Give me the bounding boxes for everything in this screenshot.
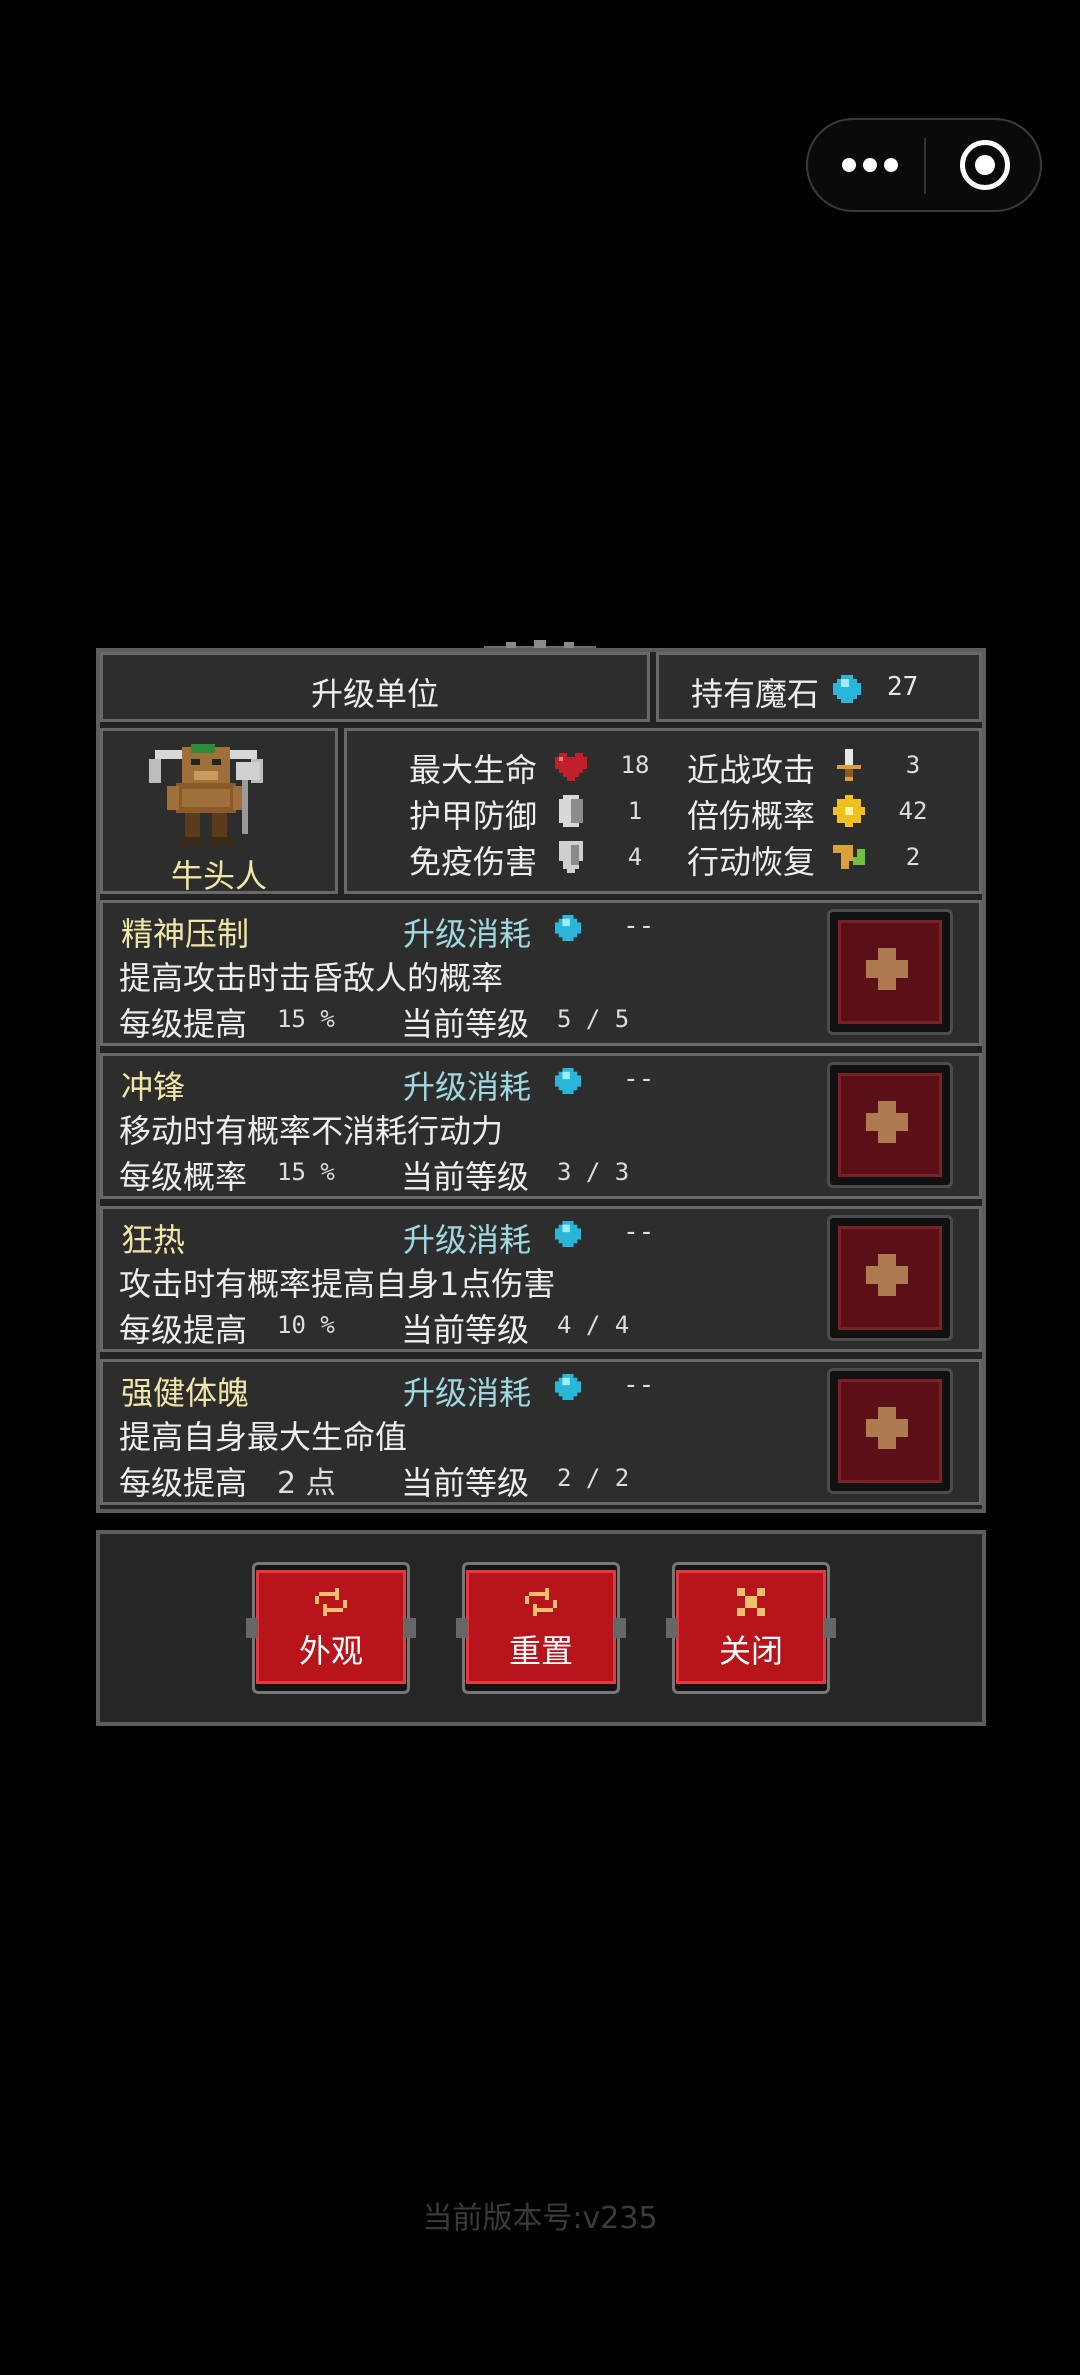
skill-cost-value: --: [623, 1217, 655, 1247]
heart-icon: [555, 753, 587, 781]
capsule-divider: [924, 138, 926, 194]
close-button[interactable]: 关闭: [666, 1562, 836, 1694]
stat-value: 4: [627, 843, 643, 871]
skill-level-value: 5 / 5: [557, 1005, 630, 1033]
skill-name: 狂热: [121, 1221, 186, 1259]
more-menu-icon[interactable]: [842, 158, 898, 174]
armor-icon: [559, 795, 583, 827]
upgrade-plus-button[interactable]: [827, 909, 953, 1035]
magic-stone-icon: [555, 915, 581, 941]
appearance-button[interactable]: 外观: [246, 1562, 416, 1694]
magic-stone-icon: [555, 1221, 581, 1247]
stat-value: 3: [905, 751, 921, 779]
stat-label: 倍伤概率: [687, 797, 816, 835]
stat-value: 2: [905, 843, 921, 871]
burst-icon: [833, 795, 865, 827]
skill-cost-label: 升级消耗: [403, 1374, 532, 1412]
skill-level-value: 4 / 4: [557, 1311, 630, 1339]
skill-description: 移动时有概率不消耗行动力: [119, 1112, 504, 1150]
appearance-label: 外观: [298, 1632, 363, 1670]
close-icon: [737, 1588, 765, 1616]
reset-icon: [525, 1588, 557, 1616]
skill-description: 提高攻击时击昏敌人的概率: [119, 959, 504, 997]
upgrade-plus-button[interactable]: [827, 1062, 953, 1188]
panel-title: 升级单位: [310, 675, 439, 713]
skill-level-label: 当前等级: [401, 1005, 530, 1043]
skill-level-value: 3 / 3: [557, 1158, 630, 1186]
panel-header: 升级单位: [100, 652, 650, 722]
stone-count: 27: [887, 672, 919, 702]
skill-row: 强健体魄 升级消耗 -- 提高自身最大生命值 每级提高 2 点 当前等级 2 /…: [100, 1359, 982, 1505]
skill-per-level-label: 每级提高: [119, 1464, 248, 1502]
shield-icon: [559, 841, 583, 873]
skill-per-level-label: 每级提高: [119, 1005, 248, 1043]
skill-description: 攻击时有概率提高自身1点伤害: [119, 1265, 556, 1303]
sword-icon: [837, 749, 861, 781]
skill-row: 精神压制 升级消耗 -- 提高攻击时击昏敌人的概率 每级提高 15 % 当前等级…: [100, 900, 982, 1046]
skill-cost-label: 升级消耗: [403, 1068, 532, 1106]
skill-per-level-value: 2 点: [277, 1466, 336, 1501]
stat-label: 行动恢复: [687, 843, 816, 881]
skill-cost-value: --: [623, 1064, 655, 1094]
skill-cost-value: --: [623, 1370, 655, 1400]
stat-value: 1: [627, 797, 643, 825]
exit-miniprogram-icon[interactable]: [960, 140, 1010, 190]
upgrade-plus-button[interactable]: [827, 1215, 953, 1341]
skill-level-label: 当前等级: [401, 1311, 530, 1349]
skill-name: 精神压制: [121, 915, 250, 953]
plus-icon: [866, 1407, 908, 1449]
plus-icon: [866, 948, 908, 990]
stat-label: 护甲防御: [409, 797, 538, 835]
stat-value: 42: [898, 797, 928, 825]
unit-portrait-card: 牛头人: [100, 728, 338, 895]
skill-per-level-value: 15 %: [277, 1005, 335, 1033]
skill-level-label: 当前等级: [401, 1464, 530, 1502]
close-label: 关闭: [718, 1632, 783, 1670]
action-bar: 外观 重置 关闭: [96, 1530, 986, 1726]
reset-button[interactable]: 重置: [456, 1562, 626, 1694]
skill-name: 强健体魄: [121, 1374, 250, 1412]
skill-level-value: 2 / 2: [557, 1464, 630, 1492]
skill-per-level-label: 每级提高: [119, 1311, 248, 1349]
skill-row: 狂热 升级消耗 -- 攻击时有概率提高自身1点伤害 每级提高 10 % 当前等级…: [100, 1206, 982, 1352]
plus-icon: [866, 1101, 908, 1143]
unit-stats-panel: 最大生命 18 护甲防御 1 免疫伤害 4 近战攻击 3 倍伤概率 42 行动恢…: [344, 728, 982, 894]
skill-level-label: 当前等级: [401, 1158, 530, 1196]
stat-value: 18: [620, 751, 650, 779]
skill-cost-value: --: [623, 911, 655, 941]
skill-per-level-label: 每级概率: [119, 1158, 248, 1196]
magic-stone-icon: [555, 1374, 581, 1400]
skill-per-level-value: 15 %: [277, 1158, 335, 1186]
skill-row: 冲锋 升级消耗 -- 移动时有概率不消耗行动力 每级概率 15 % 当前等级 3…: [100, 1053, 982, 1199]
stat-label: 免疫伤害: [409, 843, 538, 881]
upgrade-plus-button[interactable]: [827, 1368, 953, 1494]
skill-name: 冲锋: [121, 1068, 186, 1106]
skill-per-level-value: 10 %: [277, 1311, 335, 1339]
skill-description: 提高自身最大生命值: [119, 1418, 408, 1456]
magic-stone-counter: 持有魔石 27: [656, 652, 982, 722]
version-text: 当前版本号:v235: [422, 2201, 658, 2236]
skill-cost-label: 升级消耗: [403, 915, 532, 953]
miniprogram-capsule: [806, 118, 1042, 212]
plus-icon: [866, 1254, 908, 1296]
swap-icon: [315, 1588, 347, 1616]
minotaur-sprite-icon: [149, 744, 263, 846]
magic-stone-icon: [833, 675, 861, 703]
stat-label: 最大生命: [409, 751, 538, 789]
stat-label: 近战攻击: [687, 751, 816, 789]
stone-label: 持有魔石: [691, 675, 820, 713]
unit-name: 牛头人: [170, 857, 267, 895]
reset-label: 重置: [508, 1632, 573, 1670]
magic-stone-icon: [555, 1068, 581, 1094]
skill-cost-label: 升级消耗: [403, 1221, 532, 1259]
boot-icon: [833, 845, 865, 869]
